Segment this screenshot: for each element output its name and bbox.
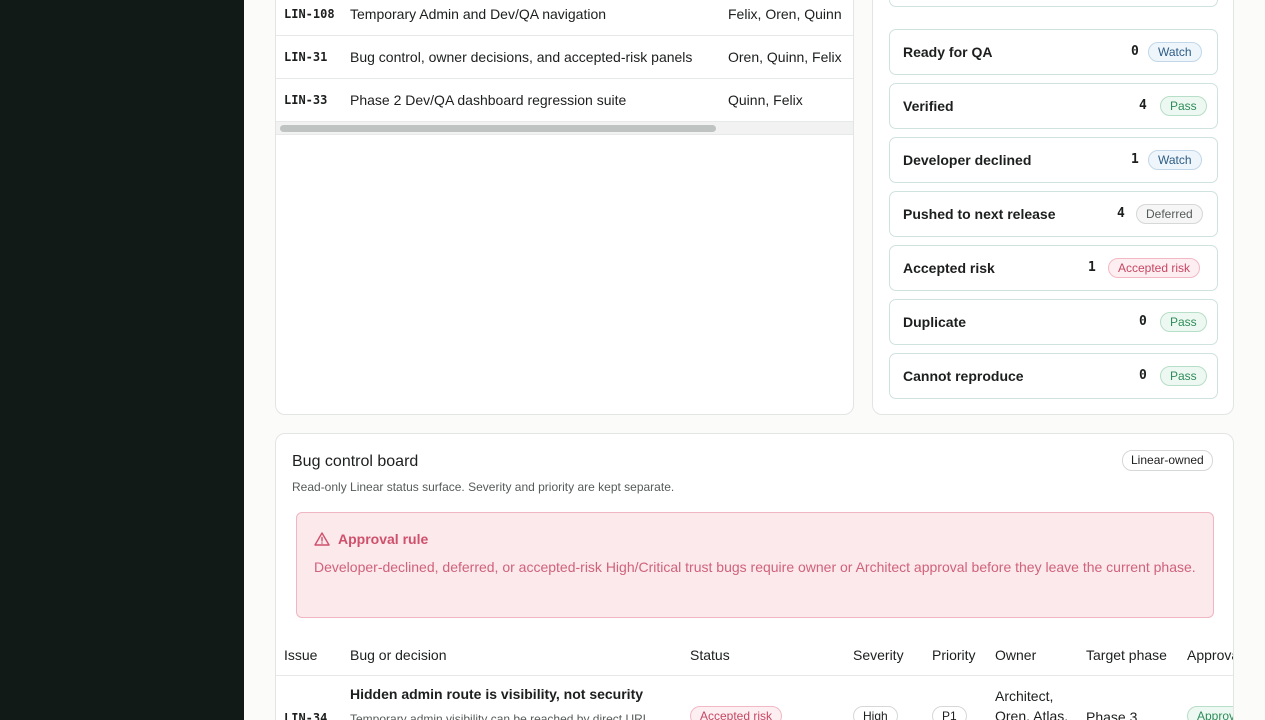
issue-title: Bug control, owner decisions, and accept…	[350, 49, 693, 65]
status-row: Ready for QA 0 Watch	[889, 29, 1218, 75]
status-count: 1	[1131, 152, 1139, 167]
status-summary-card: Pass Ready for QA 0 Watch Verified 4 Pas…	[872, 0, 1234, 415]
bug-title: Hidden admin route is visibility, not se…	[350, 686, 644, 702]
status-row: Verified 4 Pass	[889, 83, 1218, 129]
section-title: Bug control board	[292, 453, 419, 470]
column-header-owner[interactable]: Owner	[995, 647, 1036, 663]
scrollbar-thumb[interactable]	[280, 125, 716, 132]
issue-id[interactable]: LIN-108	[284, 7, 335, 21]
status-row: Developer declined 1 Watch	[889, 137, 1218, 183]
issue-id[interactable]: LIN-33	[284, 93, 327, 107]
status-count: 4	[1117, 206, 1125, 221]
owner-line: Oren, Atlas,	[995, 708, 1069, 720]
status-count: 0	[1139, 368, 1147, 383]
owner-line: Architect,	[995, 688, 1054, 704]
status-badge: Accepted risk	[690, 706, 783, 720]
status-row: Pushed to next release 4 Deferred	[889, 191, 1218, 237]
table-row[interactable]: LIN-108 Temporary Admin and Dev/QA navig…	[276, 0, 853, 36]
column-header-approval[interactable]: Approval	[1187, 647, 1233, 663]
severity-badge: High	[853, 706, 898, 720]
status-count: 4	[1139, 98, 1147, 113]
issues-card: LIN-108 Temporary Admin and Dev/QA navig…	[275, 0, 854, 415]
column-header-severity[interactable]: Severity	[853, 647, 904, 663]
status-badge: Deferred	[1136, 204, 1203, 224]
column-header-issue[interactable]: Issue	[284, 647, 317, 663]
status-label: Cannot reproduce	[903, 368, 1024, 384]
column-header-priority[interactable]: Priority	[932, 647, 976, 663]
status-count: 0	[1131, 44, 1139, 59]
status-label: Accepted risk	[903, 260, 995, 276]
status-count: 0	[1139, 314, 1147, 329]
status-count: 1	[1088, 260, 1096, 275]
status-label: Duplicate	[903, 314, 967, 330]
sidebar	[0, 0, 244, 720]
status-badge: Pass	[1160, 366, 1207, 386]
target-phase: Phase 3	[1086, 709, 1138, 720]
status-label: Ready for QA	[903, 44, 993, 60]
bug-issue-id[interactable]: LIN-34	[284, 711, 327, 720]
priority-badge: P1	[932, 706, 967, 720]
column-header-target-phase[interactable]: Target phase	[1086, 647, 1167, 663]
issue-title: Phase 2 Dev/QA dashboard regression suit…	[350, 92, 627, 108]
status-label: Developer declined	[903, 152, 1032, 168]
section-subtitle: Read-only Linear status surface. Severit…	[292, 480, 675, 494]
column-header-bug[interactable]: Bug or decision	[350, 647, 447, 663]
status-label: Pushed to next release	[903, 206, 1056, 222]
horizontal-scrollbar[interactable]	[276, 121, 853, 135]
status-badge: Watch	[1148, 150, 1202, 170]
status-badge: Pass	[1160, 312, 1207, 332]
approval-badge: Approved	[1187, 706, 1233, 720]
issue-owners: Felix, Oren, Quinn	[728, 6, 842, 22]
status-badge: Accepted risk	[1108, 258, 1201, 278]
table-row[interactable]: LIN-33 Phase 2 Dev/QA dashboard regressi…	[276, 79, 853, 122]
bug-table-header: Issue Bug or decision Status Severity Pr…	[276, 634, 1233, 676]
bug-description: Temporary admin visibility can be reache…	[350, 712, 650, 720]
issue-id[interactable]: LIN-31	[284, 50, 327, 64]
main-content: LIN-108 Temporary Admin and Dev/QA navig…	[244, 0, 1265, 720]
issue-owners: Quinn, Felix	[728, 92, 803, 108]
issue-title: Temporary Admin and Dev/QA navigation	[350, 6, 607, 22]
issue-owners: Oren, Quinn, Felix	[728, 49, 842, 65]
table-row[interactable]: LIN-34 Hidden admin route is visibility,…	[276, 676, 1233, 720]
status-badge: Watch	[1148, 42, 1202, 62]
status-row: Accepted risk 1 Accepted risk	[889, 245, 1218, 291]
alert-text: Developer-declined, deferred, or accepte…	[314, 559, 1196, 575]
status-row: Cannot reproduce 0 Pass	[889, 353, 1218, 399]
table-row[interactable]: LIN-31 Bug control, owner decisions, and…	[276, 36, 853, 79]
bug-control-board: Bug control board Read-only Linear statu…	[275, 433, 1234, 720]
approval-rule-alert: Approval rule Developer-declined, deferr…	[296, 512, 1214, 618]
status-label: Verified	[903, 98, 954, 114]
status-row-in-progress: Pass	[889, 0, 1218, 7]
status-row: Duplicate 0 Pass	[889, 299, 1218, 345]
warning-icon	[314, 532, 330, 546]
linear-owned-badge: Linear-owned	[1122, 450, 1213, 471]
column-header-status[interactable]: Status	[690, 647, 730, 663]
status-badge: Pass	[1160, 96, 1207, 116]
alert-title: Approval rule	[338, 531, 429, 547]
